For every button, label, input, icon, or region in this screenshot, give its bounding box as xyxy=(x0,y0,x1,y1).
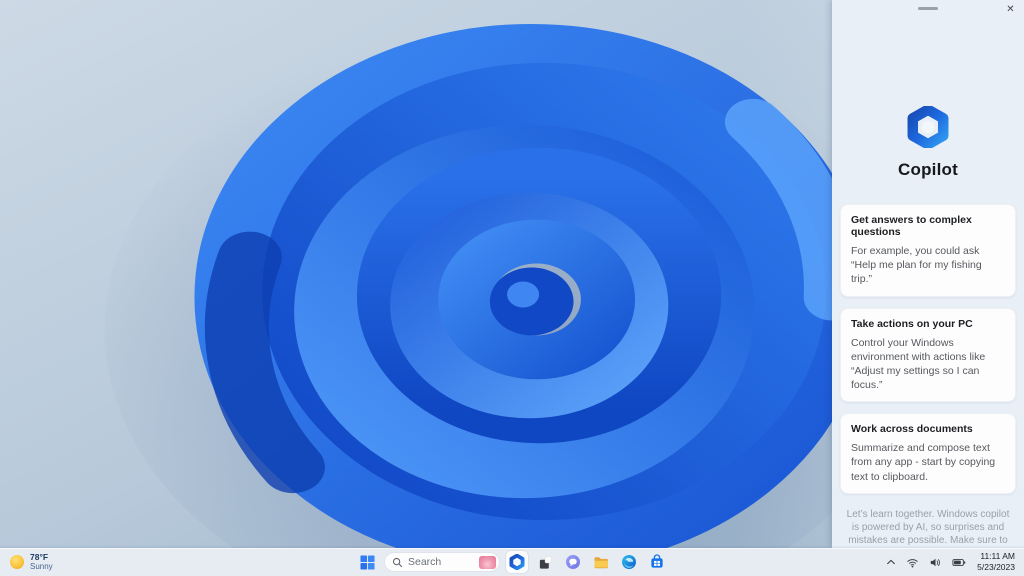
speaker-icon xyxy=(930,558,941,566)
copilot-panel: ✕ Copilot Get answers to complex questio… xyxy=(832,0,1024,576)
network-button[interactable] xyxy=(904,555,921,570)
clock[interactable]: 11:11 AM 5/23/2023 xyxy=(974,550,1018,574)
taskbar-center xyxy=(356,551,668,573)
widgets-button[interactable]: 78°F Sunny xyxy=(3,550,59,574)
weather-condition: Sunny xyxy=(30,562,53,572)
card-complex-questions[interactable]: Get answers to complex questions For exa… xyxy=(840,204,1016,297)
chat-icon xyxy=(566,555,580,569)
taskbar-edge-button[interactable] xyxy=(618,551,640,573)
taskbar: 78°F Sunny Search 11:11 AM 5/23/2023 xyxy=(0,548,1024,576)
sun-icon xyxy=(10,555,24,569)
drag-handle[interactable] xyxy=(918,7,938,10)
card-work-documents[interactable]: Work across documents Summarize and comp… xyxy=(840,413,1016,494)
suggestion-cards: Get answers to complex questions For exa… xyxy=(840,204,1016,494)
windows-logo-icon xyxy=(359,554,375,570)
search-highlight-image[interactable] xyxy=(479,555,496,569)
tray-time: 11:11 AM xyxy=(980,550,1015,561)
copilot-hero: Copilot xyxy=(832,104,1024,180)
taskbar-chat-button[interactable] xyxy=(562,551,584,573)
panel-title: Copilot xyxy=(898,160,958,179)
card-title: Take actions on your PC xyxy=(851,317,973,330)
start-button[interactable] xyxy=(356,551,378,573)
close-button[interactable]: ✕ xyxy=(1002,2,1019,18)
weather-temp: 78°F xyxy=(30,552,49,563)
taskbar-task-view-button[interactable] xyxy=(534,551,556,573)
taskbar-store-button[interactable] xyxy=(646,551,668,573)
panel-titlebar: ✕ xyxy=(832,0,1024,22)
card-body: Control your Windows environment with ac… xyxy=(851,336,986,392)
search-icon xyxy=(392,557,403,567)
battery-button[interactable] xyxy=(950,555,968,570)
microsoft-store-icon xyxy=(651,554,663,568)
hidden-icons-button[interactable] xyxy=(884,556,898,568)
file-explorer-icon xyxy=(594,557,608,569)
taskbar-search[interactable] xyxy=(384,552,500,572)
card-body: Summarize and compose text from any app … xyxy=(851,442,996,483)
card-title: Work across documents xyxy=(851,423,973,436)
chevron-up-icon xyxy=(887,559,896,565)
task-view-icon xyxy=(539,555,552,569)
card-body: For example, you could ask “Help me plan… xyxy=(851,245,982,286)
search-input[interactable] xyxy=(408,556,472,568)
tray-date: 5/23/2023 xyxy=(977,562,1015,572)
wifi-icon xyxy=(907,558,918,567)
system-tray: 11:11 AM 5/23/2023 xyxy=(884,548,1021,576)
card-take-actions[interactable]: Take actions on your PC Control your Win… xyxy=(840,307,1016,403)
battery-icon xyxy=(952,558,966,566)
copilot-icon xyxy=(509,554,525,570)
copilot-logo-icon xyxy=(907,104,949,150)
taskbar-copilot-button[interactable] xyxy=(506,551,528,573)
card-title: Get answers to complex questions xyxy=(851,214,972,238)
volume-button[interactable] xyxy=(927,555,944,570)
edge-icon xyxy=(622,555,636,569)
taskbar-file-explorer-button[interactable] xyxy=(590,551,612,573)
